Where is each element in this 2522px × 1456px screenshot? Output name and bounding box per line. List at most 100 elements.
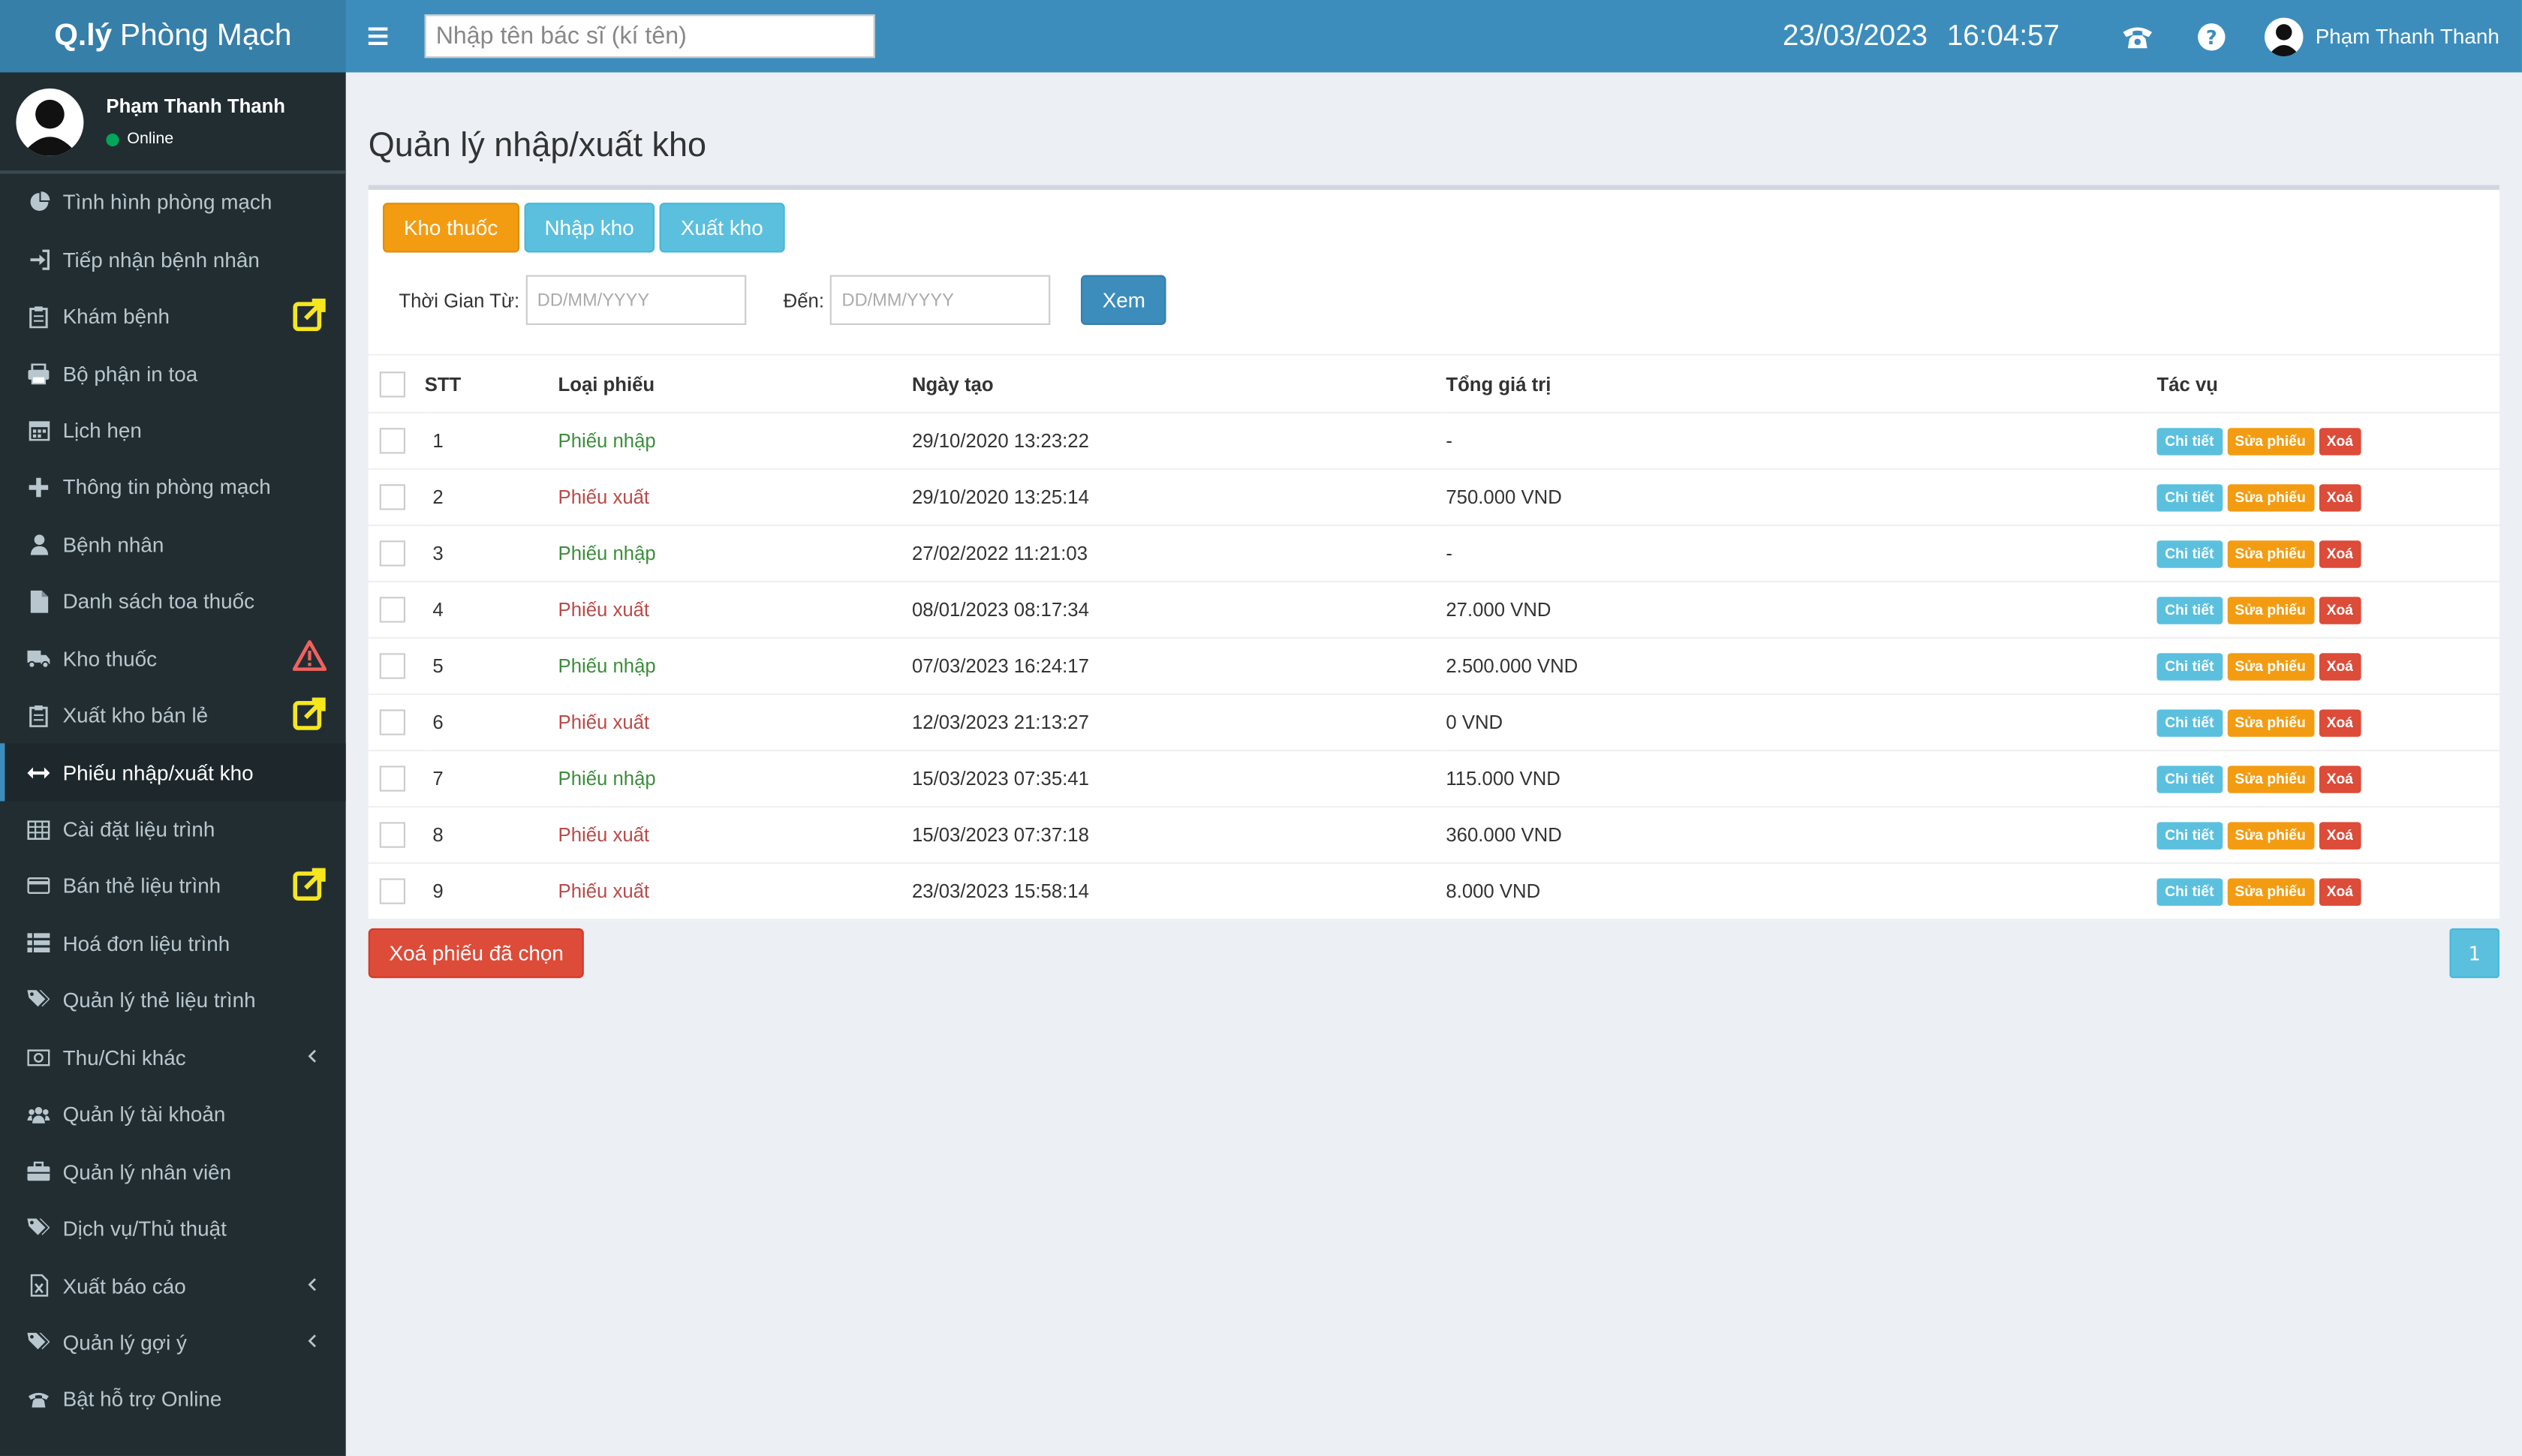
detail-button[interactable]: Chi tiết	[2156, 765, 2223, 793]
sidebar-item-15[interactable]: Quản lý thẻ liệu trình	[0, 972, 346, 1029]
detail-button[interactable]: Chi tiết	[2156, 821, 2223, 849]
table-row: 2 Phiếu xuất 29/10/2020 13:25:14 750.000 VN…	[368, 468, 2499, 526]
phone-icon[interactable]	[2119, 19, 2154, 54]
detail-button[interactable]: Chi tiết	[2156, 596, 2223, 624]
edit-receipt-button[interactable]: Sửa phiếu	[2226, 652, 2314, 680]
delete-button[interactable]: Xoá	[2318, 765, 2361, 793]
clipboard-icon	[27, 704, 50, 727]
detail-button[interactable]: Chi tiết	[2156, 708, 2223, 736]
delete-button[interactable]: Xoá	[2318, 821, 2361, 849]
sidebar-item-14[interactable]: Hoá đơn liệu trình	[0, 915, 346, 972]
sidebar-menu: Tình hình phòng mạch Tiếp nhận bệnh nhân K…	[0, 174, 346, 1428]
cell-type: Phiếu nhập	[558, 750, 912, 808]
delete-button[interactable]: Xoá	[2318, 652, 2361, 680]
table-row: 3 Phiếu nhập 27/02/2022 11:21:03- Chi tiết S…	[368, 525, 2499, 582]
row-checkbox[interactable]	[379, 484, 405, 510]
sidebar-item-12[interactable]: Cài đặt liệu trình	[0, 801, 346, 858]
sidebar-item-22[interactable]: Bật hỗ trợ Online	[0, 1371, 346, 1428]
edit-receipt-button[interactable]: Sửa phiếu	[2226, 708, 2314, 736]
row-checkbox[interactable]	[379, 540, 405, 567]
current-time: 16:04:57	[1946, 19, 2060, 52]
delete-button[interactable]: Xoá	[2318, 596, 2361, 624]
cell-stt: 4	[424, 581, 558, 639]
sidebar-item-9[interactable]: Kho thuốc	[0, 630, 346, 687]
cell-type: Phiếu xuất	[558, 807, 912, 865]
detail-button[interactable]: Chi tiết	[2156, 652, 2223, 680]
delete-button[interactable]: Xoá	[2318, 708, 2361, 736]
row-checkbox[interactable]	[379, 597, 405, 623]
sidebar-user-name: Phạm Thanh Thanh	[106, 95, 286, 118]
logo-light-text: Phòng Mạch	[119, 18, 292, 53]
cell-date: 12/03/2023 21:13:27	[911, 693, 1446, 752]
sidebar-item-3[interactable]: Khám bệnh	[0, 287, 346, 344]
edit-receipt-button[interactable]: Sửa phiếu	[2226, 877, 2314, 905]
sidebar-item-7[interactable]: Bệnh nhân	[0, 516, 346, 573]
cell-total: 750.000 VND	[1446, 468, 2157, 526]
sidebar-item-5[interactable]: Lịch hẹn	[0, 402, 346, 459]
sidebar-item-6[interactable]: Thông tin phòng mạch	[0, 459, 346, 516]
to-date-input[interactable]	[830, 275, 1052, 326]
table-row: 4 Phiếu xuất 08/01/2023 08:17:34 27.000 VND…	[368, 581, 2499, 639]
delete-button[interactable]: Xoá	[2318, 483, 2361, 511]
delete-button[interactable]: Xoá	[2318, 877, 2361, 905]
delete-selected-button[interactable]: Xoá phiếu đã chọn	[368, 928, 585, 979]
cell-stt: 3	[424, 525, 558, 582]
detail-button[interactable]: Chi tiết	[2156, 427, 2223, 455]
view-button[interactable]: Xem	[1081, 275, 1166, 326]
sidebar-item-13[interactable]: Bán thẻ liệu trình	[0, 858, 346, 915]
row-checkbox[interactable]	[379, 653, 405, 679]
credit-card-icon	[27, 875, 50, 898]
sidebar-item-4[interactable]: Bộ phận in toa	[0, 344, 346, 402]
user-menu[interactable]: Phạm Thanh Thanh	[2264, 17, 2499, 56]
user-panel: Phạm Thanh Thanh Online	[0, 72, 346, 174]
row-checkbox[interactable]	[379, 428, 405, 454]
select-all-checkbox[interactable]	[379, 371, 405, 397]
edit-receipt-button[interactable]: Sửa phiếu	[2226, 821, 2314, 849]
table-row: 8 Phiếu xuất 15/03/2023 07:37:18 360.000 VN…	[368, 807, 2499, 865]
delete-button[interactable]: Xoá	[2318, 540, 2361, 567]
sidebar-item-8[interactable]: Danh sách toa thuốc	[0, 573, 346, 630]
nhap-kho-button[interactable]: Nhập kho	[523, 203, 655, 253]
detail-button[interactable]: Chi tiết	[2156, 483, 2223, 511]
from-date-input[interactable]	[525, 275, 747, 326]
row-checkbox[interactable]	[379, 822, 405, 848]
row-checkbox[interactable]	[379, 766, 405, 792]
sidebar-item-label: Quản lý nhân viên	[62, 1159, 232, 1184]
edit-receipt-button[interactable]: Sửa phiếu	[2226, 765, 2314, 793]
detail-button[interactable]: Chi tiết	[2156, 540, 2223, 567]
xuat-kho-button[interactable]: Xuất kho	[659, 203, 784, 253]
sidebar-item-label: Tình hình phòng mạch	[62, 190, 272, 215]
app-logo[interactable]: Q.lý Phòng Mạch	[0, 0, 346, 73]
edit-receipt-button[interactable]: Sửa phiếu	[2226, 427, 2314, 455]
sidebar-item-10[interactable]: Xuất kho bán lẻ	[0, 687, 346, 744]
cell-date: 15/03/2023 07:35:41	[911, 750, 1446, 808]
edit-receipt-button[interactable]: Sửa phiếu	[2226, 540, 2314, 567]
edit-receipt-button[interactable]: Sửa phiếu	[2226, 596, 2314, 624]
row-checkbox[interactable]	[379, 878, 405, 904]
cell-stt: 8	[424, 807, 558, 865]
sidebar-item-18[interactable]: Quản lý nhân viên	[0, 1143, 346, 1200]
pie-chart-icon	[27, 191, 50, 213]
kho-thuoc-button[interactable]: Kho thuốc	[382, 203, 519, 253]
row-checkbox[interactable]	[379, 709, 405, 736]
sidebar-item-19[interactable]: Dịch vụ/Thủ thuật	[0, 1200, 346, 1257]
cell-stt: 9	[424, 863, 558, 921]
table-row: 1 Phiếu nhập 29/10/2020 13:23:22- Chi tiết S…	[368, 412, 2499, 470]
menu-toggle-icon[interactable]	[346, 0, 411, 72]
main-content: Quản lý nhập/xuất kho Kho thuốc Nhập kho…	[346, 72, 2522, 1455]
sidebar-item-16[interactable]: Thu/Chi khác	[0, 1029, 346, 1086]
sidebar-item-2[interactable]: Tiếp nhận bệnh nhân	[0, 230, 346, 287]
exchange-icon	[27, 761, 50, 784]
pagination-page-1[interactable]: 1	[2449, 928, 2499, 979]
help-icon[interactable]: ?	[2193, 19, 2229, 54]
sidebar-item-11[interactable]: Phiếu nhập/xuất kho	[0, 744, 346, 802]
sidebar-item-1[interactable]: Tình hình phòng mạch	[0, 174, 346, 231]
detail-button[interactable]: Chi tiết	[2156, 877, 2223, 905]
cell-stt: 5	[424, 637, 558, 696]
doctor-search-input[interactable]	[424, 14, 875, 59]
sidebar-item-20[interactable]: Xuất báo cáo	[0, 1257, 346, 1314]
edit-receipt-button[interactable]: Sửa phiếu	[2226, 483, 2314, 511]
sidebar-item-21[interactable]: Quản lý gợi ý	[0, 1314, 346, 1371]
sidebar-item-17[interactable]: Quản lý tài khoản	[0, 1086, 346, 1143]
delete-button[interactable]: Xoá	[2318, 427, 2361, 455]
